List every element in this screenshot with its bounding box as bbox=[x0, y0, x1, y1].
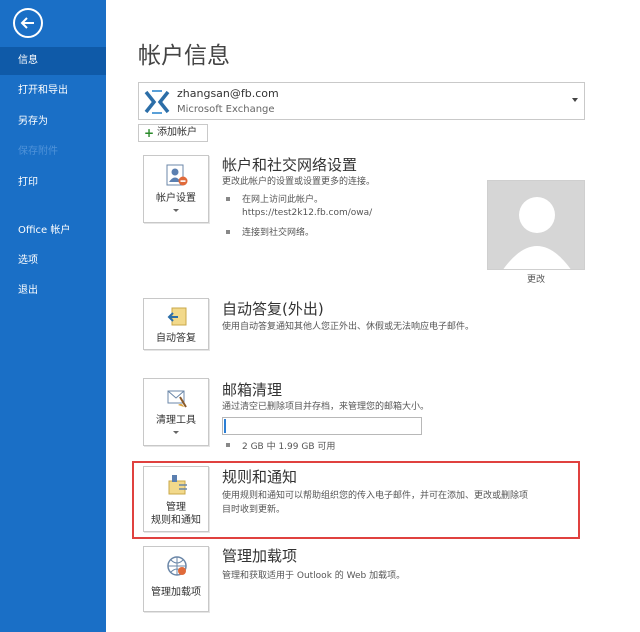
manage-addins-button[interactable]: 管理加载项 bbox=[143, 546, 209, 612]
backstage-sidebar: 信息 打开和导出 另存为 保存附件 打印 Office 帐户 选项 退出 bbox=[0, 0, 106, 632]
cleanup-tile-label: 清理工具 bbox=[156, 415, 196, 426]
bullet-icon bbox=[226, 443, 230, 447]
auto-reply-button[interactable]: 自动答复 bbox=[143, 298, 209, 350]
page-title: 帐户信息 bbox=[138, 43, 230, 69]
account-type: Microsoft Exchange bbox=[177, 104, 275, 115]
nav-info[interactable]: 信息 bbox=[0, 47, 106, 75]
bullet-icon bbox=[226, 197, 230, 201]
auto-reply-title: 自动答复(外出) bbox=[222, 300, 324, 318]
addins-icon bbox=[166, 555, 188, 581]
highlight-annotation bbox=[132, 461, 580, 539]
account-settings-desc: 更改此帐户的设置或设置更多的连接。 bbox=[222, 177, 376, 187]
connect-social-text[interactable]: 连接到社交网络。 bbox=[242, 225, 314, 238]
cleanup-icon bbox=[166, 387, 188, 413]
chevron-down-icon[interactable] bbox=[572, 98, 578, 102]
add-account-label: 添加帐户 bbox=[157, 127, 197, 138]
account-settings-button[interactable]: 帐户设置 bbox=[143, 155, 209, 223]
account-settings-tile-label: 帐户设置 bbox=[156, 193, 196, 204]
plus-icon: + bbox=[144, 126, 155, 140]
change-photo-link[interactable]: 更改 bbox=[487, 272, 585, 285]
account-email: zhangsan@fb.com bbox=[177, 87, 279, 100]
auto-reply-icon bbox=[166, 307, 188, 333]
mailbox-usage-text: 2 GB 中 1.99 GB 可用 bbox=[242, 442, 336, 452]
account-selector[interactable]: zhangsan@fb.com Microsoft Exchange bbox=[138, 82, 585, 120]
account-settings-icon bbox=[166, 164, 188, 192]
mailbox-cleanup-desc: 通过清空已删除项目并存档，来管理您的邮箱大小。 bbox=[222, 402, 430, 412]
nav-exit[interactable]: 退出 bbox=[0, 277, 106, 305]
back-arrow-icon[interactable] bbox=[13, 8, 43, 38]
addins-desc: 管理和获取适用于 Outlook 的 Web 加载项。 bbox=[222, 571, 406, 581]
nav-open-export[interactable]: 打开和导出 bbox=[0, 77, 106, 105]
mailbox-usage-fill bbox=[224, 419, 226, 433]
owa-link[interactable]: https://test2k12.fb.com/owa/ bbox=[242, 208, 372, 218]
profile-photo[interactable] bbox=[487, 180, 585, 270]
exchange-icon bbox=[143, 88, 171, 116]
auto-reply-desc: 使用自动答复通知其他人您正外出、休假或无法响应电子邮件。 bbox=[222, 322, 475, 332]
nav-office-account[interactable]: Office 帐户 bbox=[0, 217, 106, 245]
chevron-down-icon bbox=[173, 209, 179, 212]
cleanup-tools-button[interactable]: 清理工具 bbox=[143, 378, 209, 446]
nav-save-as[interactable]: 另存为 bbox=[0, 108, 106, 136]
mailbox-usage-bar bbox=[222, 417, 422, 435]
nav-options[interactable]: 选项 bbox=[0, 247, 106, 275]
addins-tile-label: 管理加载项 bbox=[151, 587, 201, 598]
addins-title: 管理加载项 bbox=[222, 547, 298, 565]
bullet-icon bbox=[226, 230, 230, 234]
nav-save-attachments[interactable]: 保存附件 bbox=[0, 138, 106, 166]
web-access-text: 在网上访问此帐户。 bbox=[242, 195, 324, 205]
add-account-button[interactable]: + 添加帐户 bbox=[138, 124, 208, 142]
auto-reply-tile-label: 自动答复 bbox=[156, 333, 196, 344]
chevron-down-icon bbox=[173, 431, 179, 434]
account-settings-title: 帐户和社交网络设置 bbox=[222, 156, 358, 174]
mailbox-cleanup-title: 邮箱清理 bbox=[222, 381, 283, 399]
nav-print[interactable]: 打印 bbox=[0, 169, 106, 197]
